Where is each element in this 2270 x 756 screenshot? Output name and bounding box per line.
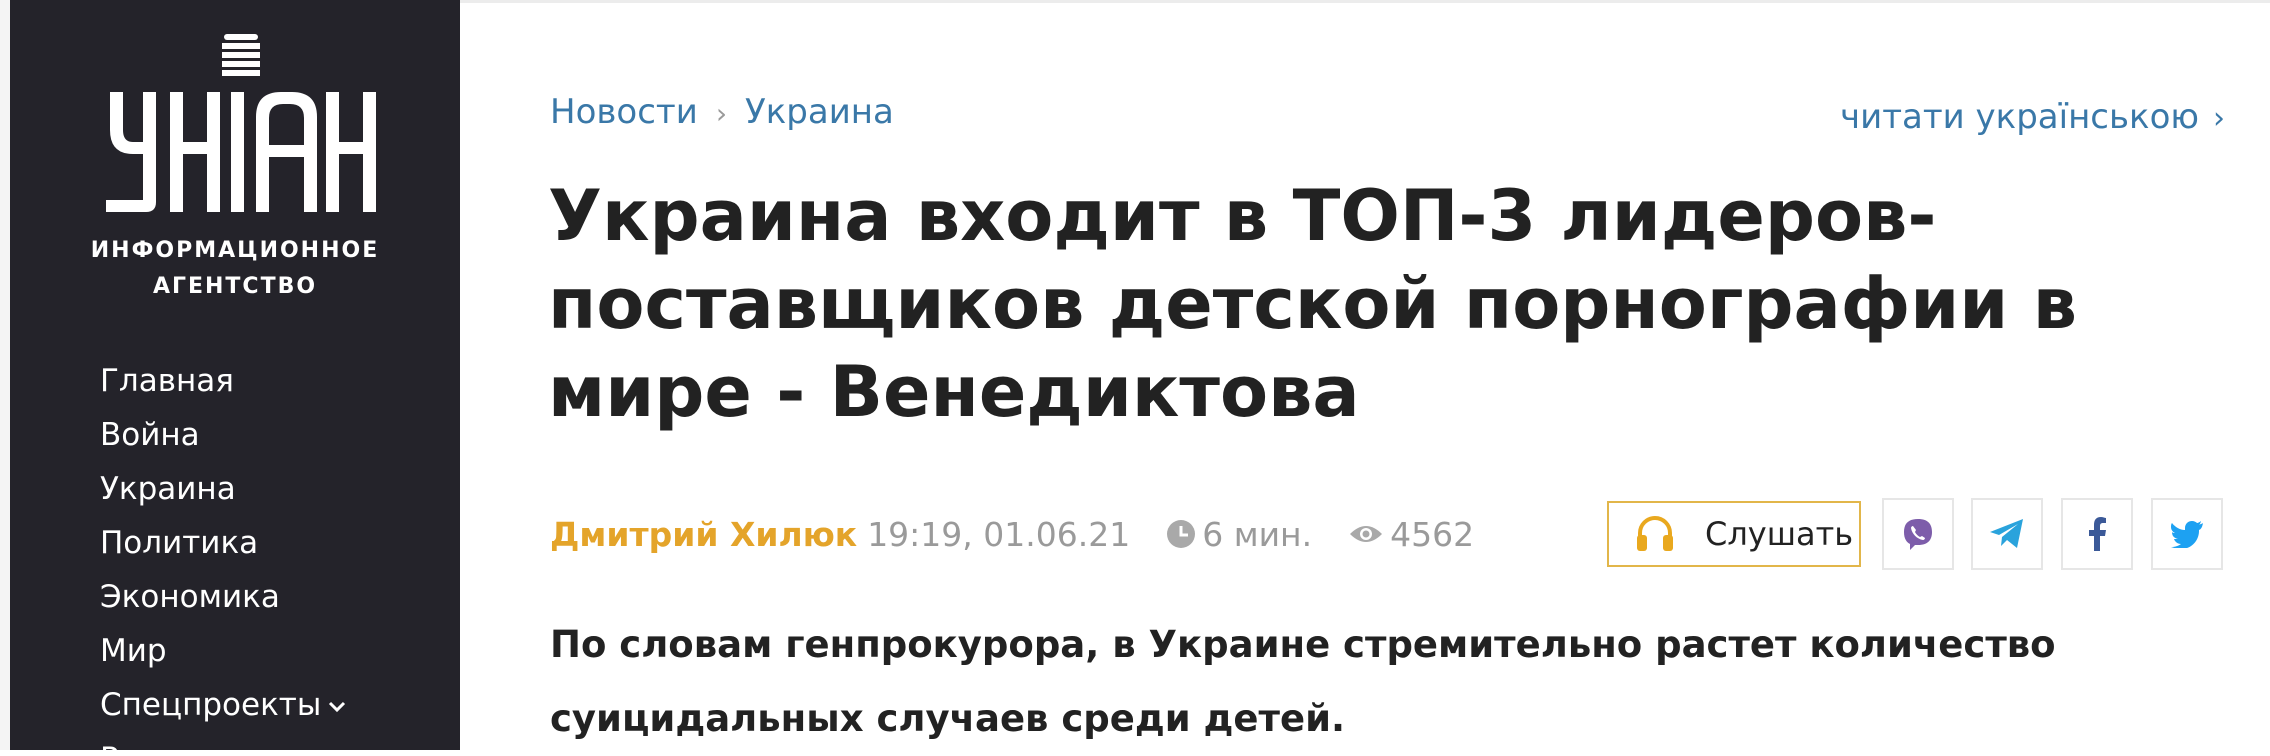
nav-item-label: Спецпроекты	[100, 687, 322, 723]
nav-item-label: Война	[100, 417, 200, 453]
breadcrumb-separator: ›	[715, 97, 728, 130]
logo-subtitle: АГЕНТСТВО	[152, 274, 318, 299]
read-in-ukrainian-link[interactable]: читати українською ›	[1840, 97, 2225, 137]
author-link[interactable]: Дмитрий Хилюк	[550, 515, 857, 554]
nav-item-home[interactable]: Главная	[100, 358, 347, 412]
share-viber-button[interactable]	[1882, 498, 1954, 570]
view-count: 4562	[1348, 515, 1474, 554]
share-twitter-button[interactable]	[2151, 498, 2223, 570]
nav-item-economy[interactable]: Экономика	[100, 574, 347, 628]
telegram-icon	[1990, 519, 2023, 548]
breadcrumb: Новости › Украина	[550, 92, 894, 132]
unian-logo[interactable]	[98, 34, 376, 224]
nav-item-label: Главная	[100, 363, 234, 399]
nav-item-label: Украина	[100, 471, 236, 507]
facebook-icon	[2089, 517, 2106, 551]
article-title: Украина входит в ТОП-3 лидеров-поставщик…	[548, 175, 2077, 433]
listen-button-label: Слушать	[1705, 515, 1854, 553]
breadcrumb-item-ukraine[interactable]: Украина	[745, 92, 894, 132]
publish-datetime: 19:19, 01.06.21	[867, 514, 1131, 554]
share-facebook-button[interactable]	[2061, 498, 2133, 570]
twitter-icon	[2171, 521, 2203, 548]
listen-button[interactable]: Слушать	[1607, 501, 1861, 567]
view-count-value: 4562	[1390, 514, 1475, 554]
headphones-icon	[1637, 516, 1673, 551]
logo-subtitle: ИНФОРМАЦИОННОЕ	[90, 238, 380, 263]
nav-item-world[interactable]: Мир	[100, 628, 347, 682]
sidebar: ИНФОРМАЦИОННОЕ АГЕНТСТВО Главная Война У…	[10, 0, 460, 750]
sidebar-nav: Главная Война Украина Политика Экономика…	[100, 358, 347, 750]
page-left-edge	[0, 0, 10, 750]
nav-item-label: Разное	[100, 741, 212, 750]
nav-item-special-projects[interactable]: Спецпроекты	[100, 682, 347, 736]
viber-icon	[1904, 519, 1932, 550]
eye-icon	[1350, 526, 1383, 542]
read-time-value: 6 мин.	[1202, 514, 1313, 554]
nav-item-label: Мир	[100, 633, 167, 669]
nav-item-war[interactable]: Война	[100, 412, 347, 466]
article-meta: Дмитрий Хилюк 19:19, 01.06.21 6 мин. 456…	[550, 510, 1474, 558]
nav-item-label: Экономика	[100, 579, 280, 615]
share-telegram-button[interactable]	[1971, 498, 2043, 570]
article-lead: По словам генпрокурора, в Украине стреми…	[550, 623, 2056, 740]
nav-item-ukraine[interactable]: Украина	[100, 466, 347, 520]
nav-item-label: Политика	[100, 525, 259, 561]
top-divider	[460, 0, 2270, 3]
breadcrumb-item-news[interactable]: Новости	[550, 92, 698, 132]
read-in-ukrainian-label: читати українською	[1840, 97, 2199, 137]
chevron-right-icon: ›	[2213, 101, 2225, 136]
chevron-down-icon	[329, 701, 346, 712]
clock-icon	[1167, 520, 1196, 548]
read-time: 6 мин.	[1166, 515, 1312, 554]
nav-item-misc[interactable]: Разное	[100, 736, 347, 750]
nav-item-politics[interactable]: Политика	[100, 520, 347, 574]
